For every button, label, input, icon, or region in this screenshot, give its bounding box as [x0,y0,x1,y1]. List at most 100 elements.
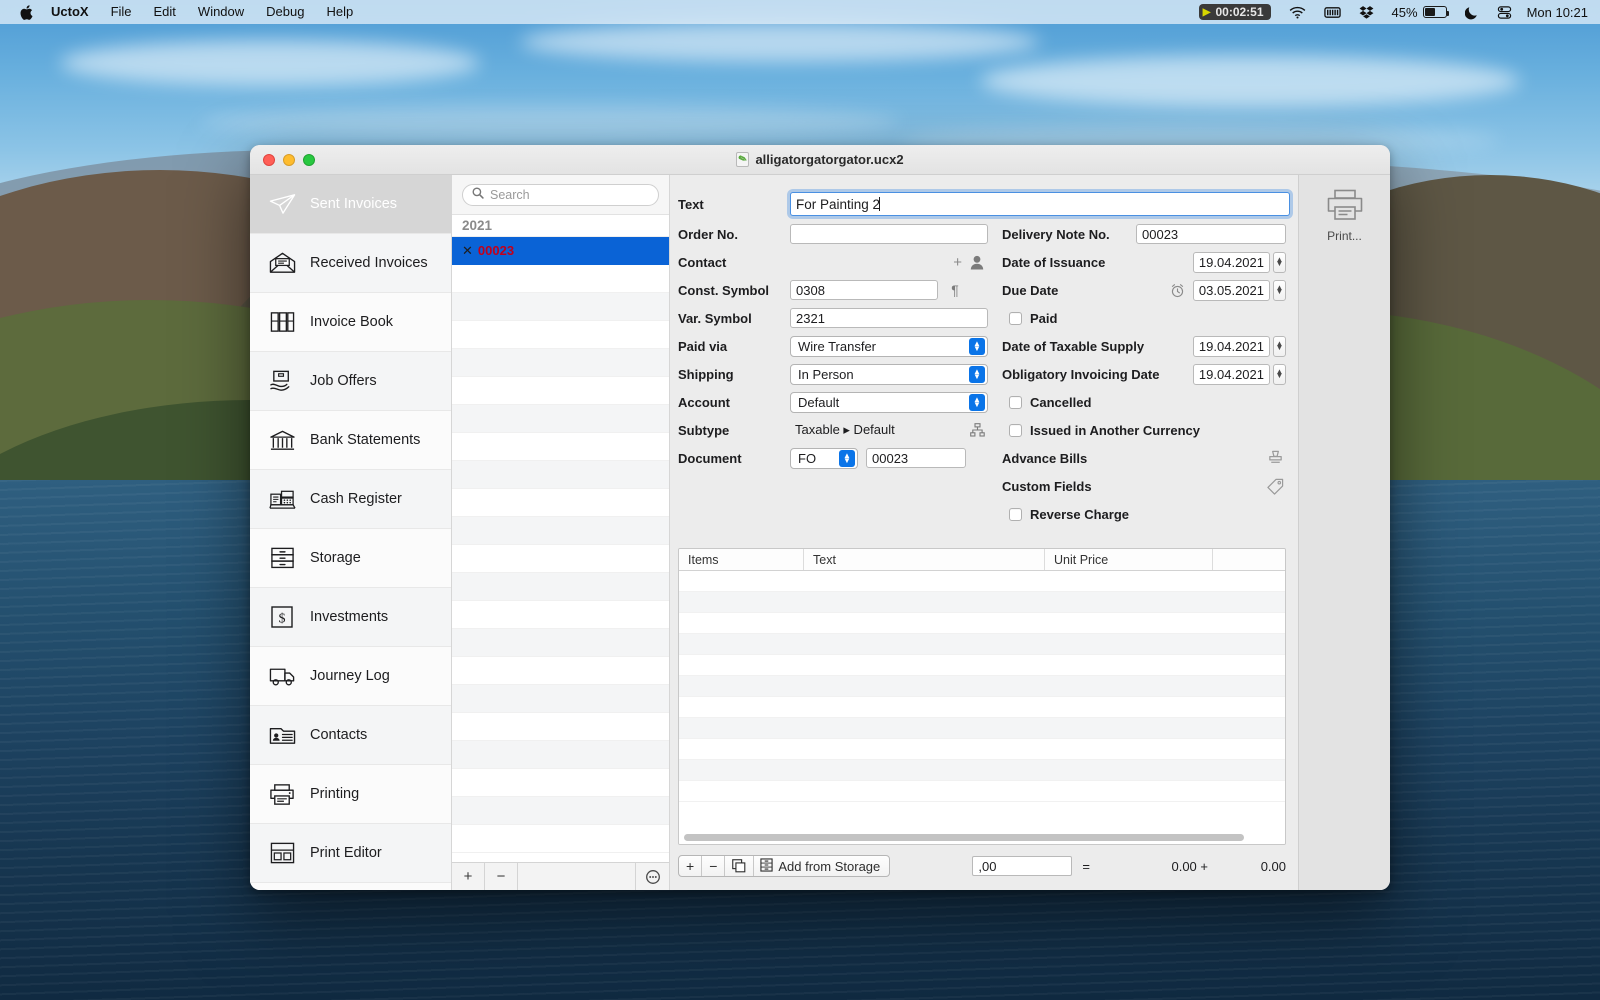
paid-via-select[interactable]: Wire Transfer ▲ ▼ [790,335,988,357]
window-title-bar[interactable]: ✎ alligatorgatorgator.ucx2 [250,145,1390,175]
battery-icon [1422,6,1450,18]
table-row[interactable] [679,571,1285,592]
column-header-unit-price[interactable]: Unit Price [1045,549,1213,570]
issued-in-another-currency-checkbox[interactable] [1009,423,1022,437]
table-row[interactable] [679,718,1285,739]
sidebar-item-received-invoices[interactable]: Received Invoices [250,234,451,293]
menu-item-edit[interactable]: Edit [143,0,187,24]
sidebar-item-storage[interactable]: Storage [250,529,451,588]
due-date-input[interactable]: 03.05.2021 [1192,279,1270,301]
items-table[interactable]: Items Text Unit Price [678,548,1286,845]
menubar-timer[interactable]: ▶ 00:02:51 [1190,0,1280,24]
table-row[interactable] [679,676,1285,697]
checkbox-cancelled[interactable]: Cancelled [1002,388,1286,416]
obligatory-invoicing-date-input[interactable]: 19.04.2021 [1192,363,1270,385]
document-type-select[interactable]: FO ▲ ▼ [790,447,858,469]
list-item[interactable]: ✕ 00023 [452,237,669,265]
paid-checkbox[interactable] [1009,311,1022,325]
const-symbol-input[interactable] [790,280,938,300]
table-row[interactable] [679,781,1285,802]
search-box[interactable] [462,184,659,206]
menu-item-debug[interactable]: Debug [255,0,315,24]
sidebar-item-print-editor[interactable]: Print Editor [250,824,451,883]
menu-item-help[interactable]: Help [315,0,364,24]
search-input[interactable] [490,188,649,202]
add-from-storage-button[interactable]: Add from Storage [754,856,889,876]
menubar-clock[interactable]: Mon 10:21 [1521,5,1588,20]
plus-icon[interactable]: + [953,254,962,271]
duplicate-icon[interactable] [725,856,755,876]
sidebar-item-job-offers[interactable]: Job Offers [250,352,451,411]
control-center-icon[interactable] [1488,0,1521,24]
sidebar-item-contacts[interactable]: Contacts [250,706,451,765]
items-table-body[interactable] [679,571,1285,831]
document-number-input[interactable] [866,448,966,468]
account-select[interactable]: Default ▲ ▼ [790,391,988,413]
reverse-charge-checkbox[interactable] [1009,507,1022,521]
cash-register-icon [267,484,297,514]
items-table-horizontal-scrollbar[interactable] [679,831,1285,844]
person-icon[interactable] [966,255,988,270]
table-row[interactable] [679,655,1285,676]
order-no-input[interactable] [790,224,988,244]
checkbox-issued-in-another-currency[interactable]: Issued in Another Currency [1002,416,1286,444]
battery-status[interactable]: 45% [1383,0,1456,24]
cancelled-checkbox[interactable] [1009,395,1022,409]
add-item-button[interactable]: + [679,856,703,876]
remove-invoice-button[interactable]: − [485,863,518,890]
date-stepper[interactable]: ▲ ▼ [1273,279,1286,301]
menu-item-window[interactable]: Window [187,0,255,24]
table-row[interactable] [679,739,1285,760]
menu-bar: UctoX File Edit Window Debug Help ▶ 00:0… [0,0,1600,24]
field-label: Document [678,450,742,466]
date-stepper[interactable]: ▲ ▼ [1273,251,1286,273]
delivery-note-no-input[interactable] [1136,224,1286,244]
wifi-icon[interactable] [1280,0,1315,24]
equals-sign: = [1082,858,1090,874]
checkbox-paid[interactable]: Paid [1002,304,1286,332]
column-header-extra[interactable] [1213,549,1285,570]
sidebar-item-journey-log[interactable]: Journey Log [250,647,451,706]
add-invoice-button[interactable]: + [452,863,485,890]
tag-icon[interactable] [1264,478,1286,495]
sidebar-item-invoice-book[interactable]: Invoice Book [250,293,451,352]
sidebar-item-investments[interactable]: $ Investments [250,588,451,647]
menu-app-name[interactable]: UctoX [40,0,100,24]
pilcrow-icon[interactable]: ¶ [944,282,966,298]
date-stepper[interactable]: ▲ ▼ [1273,363,1286,385]
var-symbol-input[interactable] [790,308,988,328]
table-row[interactable] [679,634,1285,655]
print-button[interactable]: Print... [1326,189,1364,243]
do-not-disturb-moon-icon[interactable] [1456,0,1488,24]
apple-logo-icon[interactable] [14,4,40,21]
shipping-select[interactable]: In Person ▲ ▼ [790,363,988,385]
invoice-list[interactable]: 2021 ✕ 00023 [452,215,669,862]
scrollbar-thumb[interactable] [684,834,1245,841]
checkbox-reverse-charge[interactable]: Reverse Charge [1002,500,1286,528]
storage-icon [760,857,774,875]
menu-item-file[interactable]: File [100,0,143,24]
more-options-icon[interactable] [636,863,669,890]
table-row[interactable] [679,613,1285,634]
alarm-clock-icon[interactable] [1167,283,1189,298]
date-of-issuance-input[interactable]: 19.04.2021 [1192,251,1270,273]
search-icon [472,186,484,204]
sum-input[interactable]: ,00 [972,856,1073,876]
table-row[interactable] [679,760,1285,781]
sidebar-item-bank-statements[interactable]: Bank Statements [250,411,451,470]
sidebar-item-sent-invoices[interactable]: Sent Invoices [250,175,451,234]
books-icon [267,307,297,337]
stamp-icon[interactable] [1264,450,1286,467]
date-of-taxable-supply-input[interactable]: 19.04.2021 [1192,335,1270,357]
battery-menu-icon[interactable] [1315,0,1350,24]
sidebar-item-printing[interactable]: Printing [250,765,451,824]
table-row[interactable] [679,592,1285,613]
dropbox-icon[interactable] [1350,0,1383,24]
table-row[interactable] [679,697,1285,718]
date-stepper[interactable]: ▲ ▼ [1273,335,1286,357]
sidebar-item-cash-register[interactable]: Cash Register [250,470,451,529]
remove-item-button[interactable]: − [702,856,726,876]
column-header-text[interactable]: Text [804,549,1045,570]
hierarchy-icon[interactable] [966,423,988,437]
column-header-items[interactable]: Items [679,549,804,570]
